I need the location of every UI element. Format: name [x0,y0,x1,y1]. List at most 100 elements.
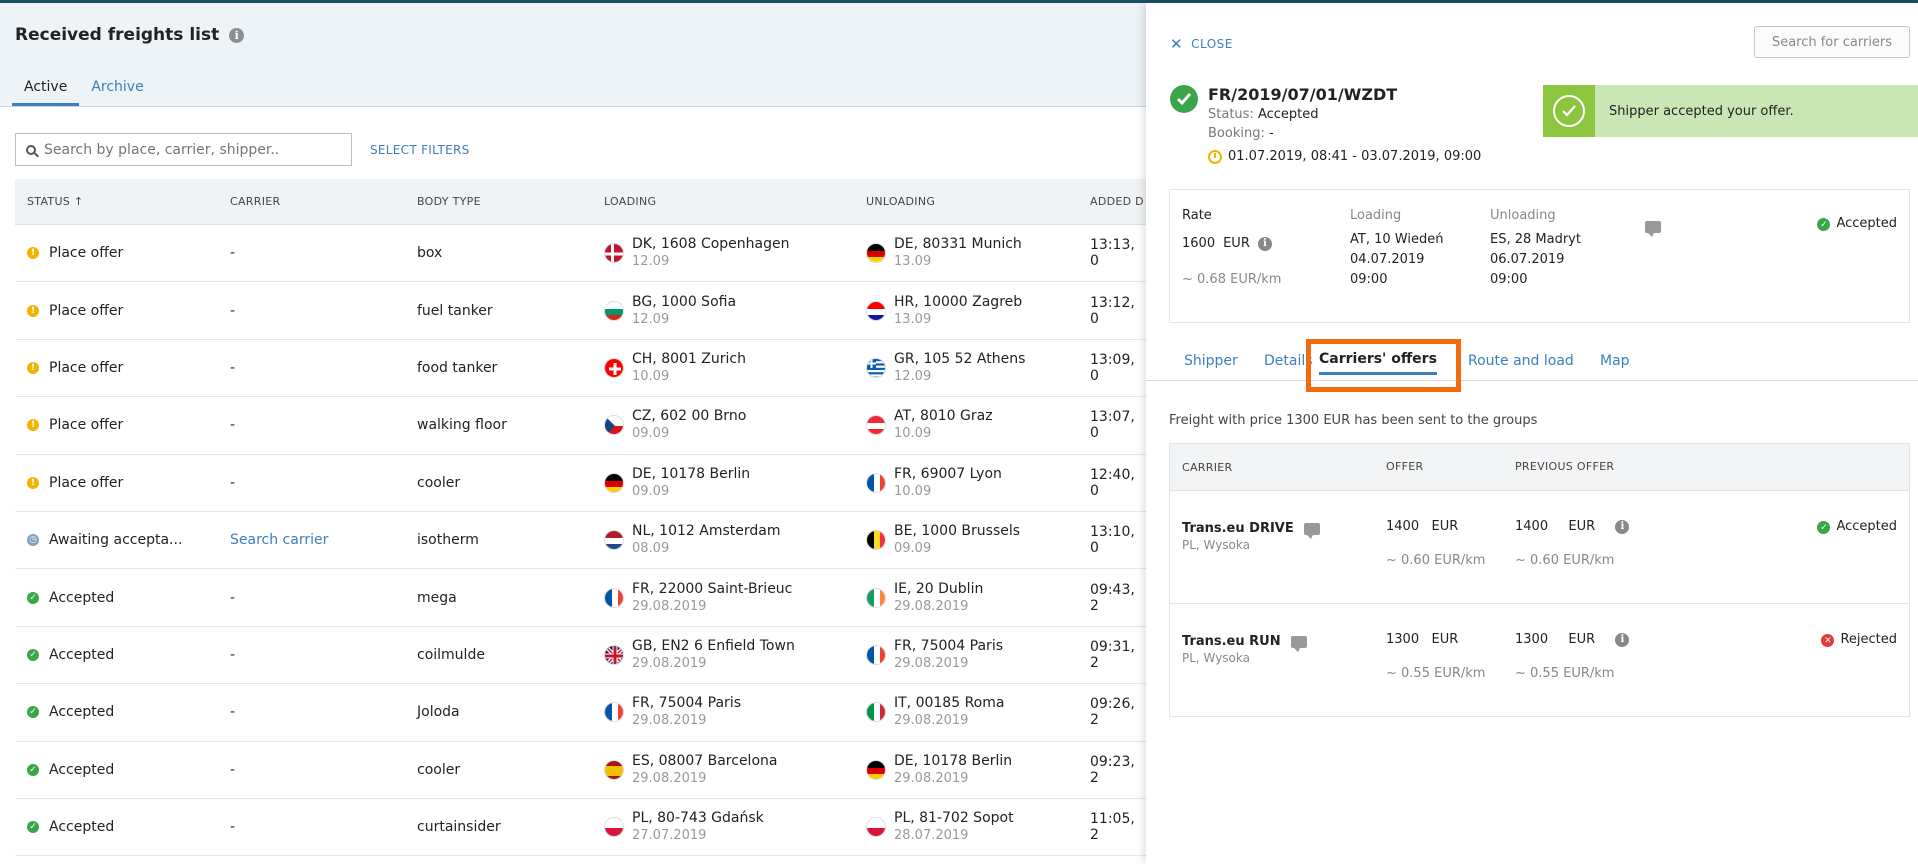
table-header: STATUS ↑ CARRIER BODY TYPE LOADING UNLOA… [15,179,1146,225]
row-loading: FR, 22000 Saint-Brieuc 29.08.2019 [604,581,866,615]
offer-row: Trans.eu DRIVE PL, Wysoka 1400 EUR ~ 0.60 E… [1170,490,1909,603]
table-row[interactable]: ✓ Accepted - coilmulde GB, EN2 6 Enfield Tow… [15,626,1146,685]
tab-map[interactable]: Map [1600,353,1630,369]
info-icon[interactable]: i [1615,520,1630,534]
tab-route-and-load[interactable]: Route and load [1468,353,1574,369]
row-unloading-place: DE, 10178 Berlin [894,752,1013,769]
table-row[interactable]: ✓ Accepted - Joloda FR, 75004 Paris 29.08.201… [15,684,1146,742]
row-status: ◷ Awaiting accepta... [15,532,230,548]
table-row[interactable]: ! Place offer - walking floor CZ, 602 00 Brn… [15,397,1146,455]
tab-shipper[interactable]: Shipper [1184,353,1238,369]
close-button[interactable]: ✕ CLOSE [1170,35,1233,53]
row-unloading-place: AT, 8010 Graz [894,408,993,425]
booking-value: - [1268,126,1274,141]
toast-check-icon [1543,85,1595,137]
loading-time: 09:00 [1350,272,1388,287]
freights-table: STATUS ↑ CARRIER BODY TYPE LOADING UNLOA… [15,179,1146,857]
row-unloading-date: 28.07.2019 [894,828,969,844]
offer-currency: EUR [1431,632,1459,647]
page-title: Received freights list [15,25,220,45]
row-loading-place: ES, 08007 Barcelona [632,752,778,769]
row-status: ✓ Accepted [15,762,230,778]
carrier-name[interactable]: Trans.eu DRIVE [1182,521,1294,536]
offers-col-previous: PREVIOUS OFFER [1515,460,1615,473]
flag-de-icon [866,243,886,264]
col-body-type-header[interactable]: BODY TYPE [417,195,604,208]
offer-status: ✓ Accepted [1755,491,1909,603]
row-carrier: - [230,359,236,376]
offer-amount: 1400 [1386,519,1420,534]
status-warn-icon: ! [27,419,39,432]
reject-icon: ✕ [1821,634,1835,647]
col-added-header[interactable]: ADDED D [1090,195,1146,208]
status-warn-icon: ! [27,247,39,260]
col-loading-header[interactable]: LOADING [604,195,866,208]
table-row[interactable]: ! Place offer - box DK, 1608 Copenhagen 12.09… [15,225,1146,283]
row-status: ! Place offer [15,475,230,491]
row-carrier[interactable]: Search carrier [230,532,417,548]
status-value: Accepted [1257,107,1319,122]
freights-list-view: Received freights list i Active Archive … [0,3,1146,864]
row-unloading-date: 29.08.2019 [894,713,969,729]
rate-currency: EUR [1223,236,1250,251]
row-unloading-date: 13.09 [894,254,932,270]
info-icon[interactable]: i [229,27,245,43]
col-carrier-header[interactable]: CARRIER [230,195,417,208]
rate-label: Rate [1182,208,1212,223]
row-added-date: 13:12, 0 [1090,294,1135,327]
row-unloading: FR, 69007 Lyon 10.09 [866,466,1090,500]
table-row[interactable]: ✓ Accepted - mega FR, 22000 Saint-Brieuc 29.0… [15,569,1146,627]
tab-active[interactable]: Active [12,79,80,106]
row-loading: DK, 1608 Copenhagen 12.09 [604,236,866,270]
status-label: Status: [1208,107,1254,122]
table-row[interactable]: ! Place offer - cooler DE, 10178 Berlin 09.09… [15,454,1146,512]
search-box [15,133,352,166]
select-filters-link[interactable]: SELECT FILTERS [370,143,470,157]
offer-status: ✕ Rejected [1755,604,1909,716]
table-row[interactable]: ✓ Accepted - cooler ES, 08007 Barcelona 29.08… [15,741,1146,799]
info-icon[interactable]: i [1615,633,1630,647]
close-label: CLOSE [1191,37,1233,51]
info-icon[interactable]: i [1257,237,1272,251]
row-body-type: cooler [417,761,461,778]
chat-icon[interactable] [1645,218,1661,237]
col-unloading-header[interactable]: UNLOADING [866,195,1090,208]
flag-fr-icon [604,702,624,723]
unloading-col: Unloading ES, 28 Madryt 06.07.2019 09:00 [1490,206,1581,290]
row-status-text: Place offer [49,417,124,434]
row-status-text: Awaiting accepta... [49,532,183,549]
search-input[interactable] [44,141,334,158]
row-unloading: IT, 00185 Roma 29.08.2019 [866,695,1090,729]
search-carriers-button[interactable]: Search for carriers [1754,26,1910,58]
status-ok-icon: ✓ [27,763,39,776]
row-unloading: HR, 10000 Zagreb 13.09 [866,294,1090,328]
row-carrier: - [230,417,236,434]
col-status-header[interactable]: STATUS ↑ [15,195,230,208]
flag-fr-icon [866,644,886,665]
offer-status-text: Rejected [1840,632,1897,647]
row-loading-date: 29.08.2019 [632,655,707,671]
row-unloading-date: 13.09 [894,311,932,327]
flag-nl-icon [604,530,624,551]
row-added-date: 13:10, 0 [1090,524,1135,557]
row-status-text: Accepted [49,704,115,721]
offers-col-carrier: CARRIER [1182,460,1233,474]
table-row[interactable]: ! Place offer - fuel tanker BG, 1000 Sofia 12… [15,282,1146,340]
offer-carrier: Trans.eu RUN PL, Wysoka [1170,604,1386,716]
row-body-type: coilmulde [417,646,485,663]
table-row[interactable]: ◷ Awaiting accepta... Search carrier isothe… [15,511,1146,570]
table-row[interactable]: ! Place offer - food tanker CH, 8001 Zurich 1… [15,339,1146,398]
row-loading-place: PL, 80-743 Gdańsk [632,810,764,827]
table-row[interactable]: ✓ Accepted - curtainsider PL, 80-743 Gdańsk 2… [15,798,1146,857]
prev-per-km: ~ 0.55 EUR/km [1515,666,1615,681]
table-body: ! Place offer - box DK, 1608 Copenhagen 12.09… [15,225,1146,857]
row-body-type: box [417,245,443,262]
row-carrier: - [230,704,236,721]
highlight-box [1306,339,1461,392]
row-unloading-place: HR, 10000 Zagreb [894,293,1023,310]
chat-icon[interactable] [1303,522,1320,539]
carrier-name[interactable]: Trans.eu RUN [1182,634,1281,649]
tab-archive[interactable]: Archive [79,79,155,106]
row-status: ✓ Accepted [15,647,230,663]
chat-icon[interactable] [1290,635,1307,652]
